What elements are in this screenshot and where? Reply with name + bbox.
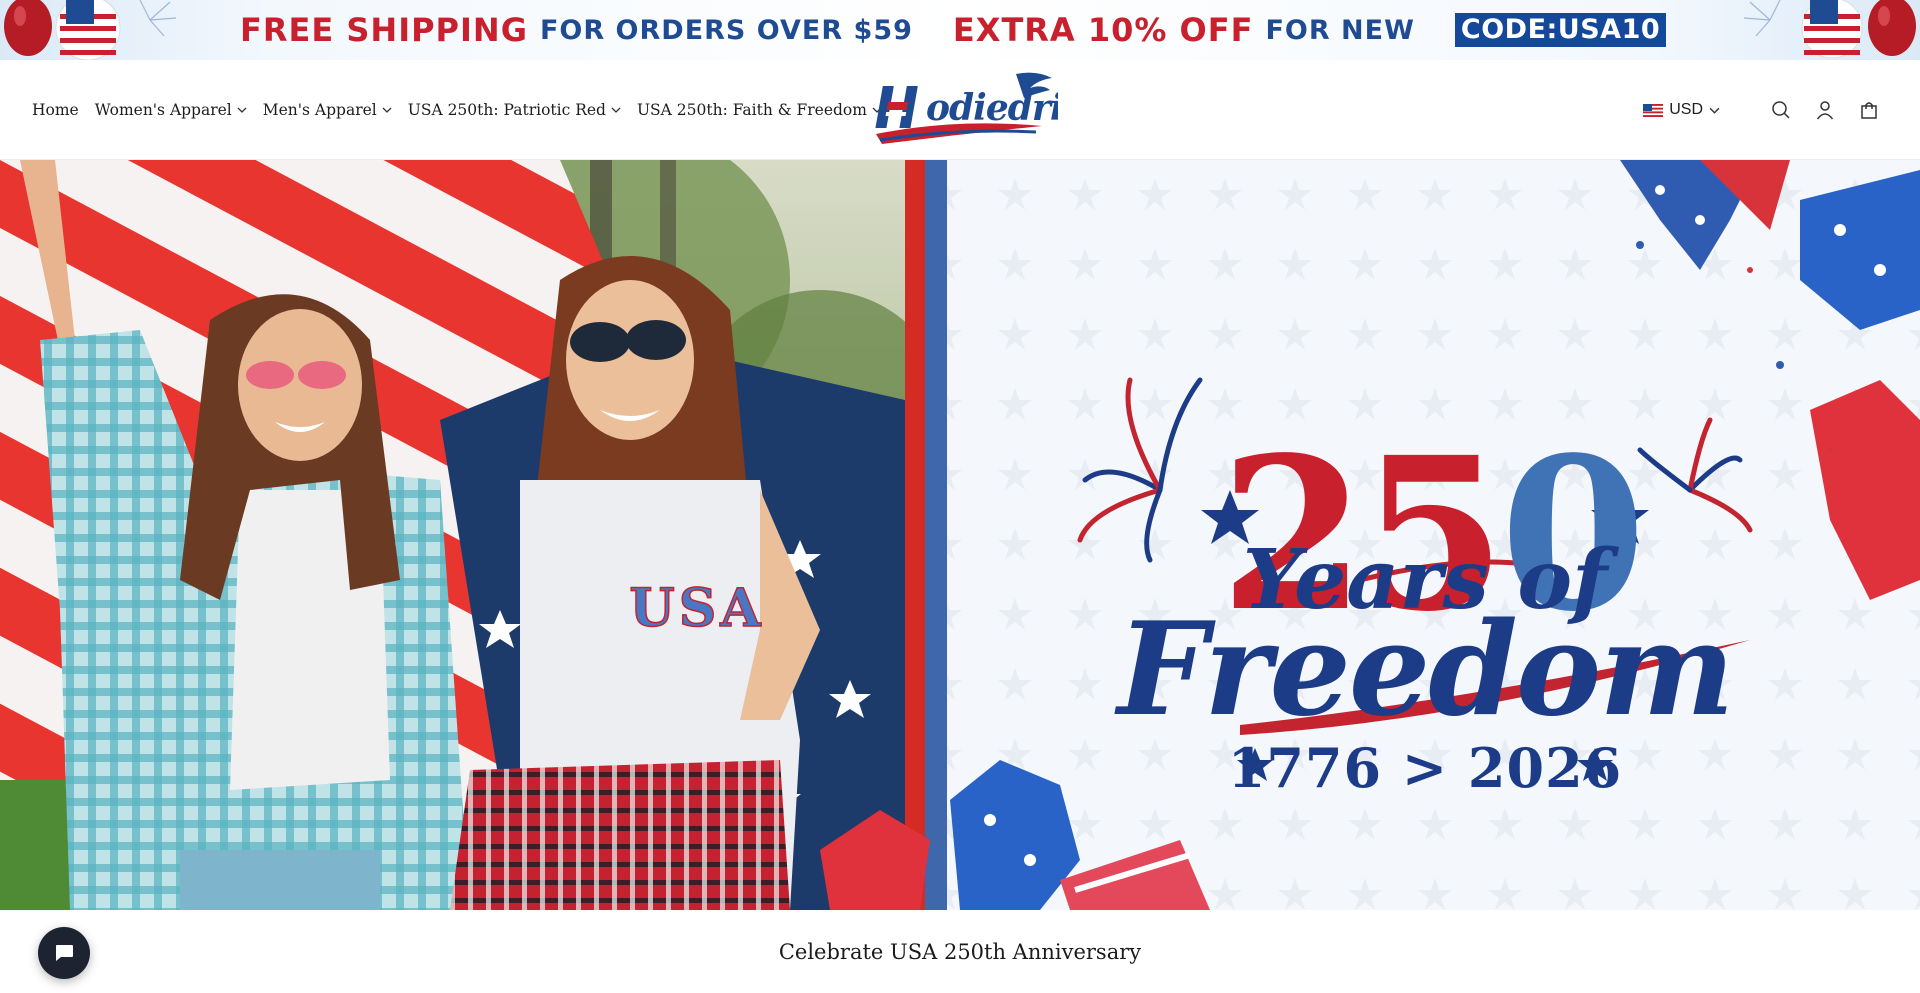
extra-off-text: EXTRA 10% OFF: [952, 11, 1254, 49]
chevron-down-icon: [611, 107, 621, 113]
promo-code-badge: CODE:USA10: [1454, 13, 1667, 47]
hero-title: Years of Freedom 1776 > 2026: [1085, 160, 1765, 910]
hero-banner[interactable]: 250 Years of Freedom 1776 > 2026 USA: [0, 160, 1920, 910]
chat-button[interactable]: [38, 927, 90, 979]
svg-text:odiedrip: odiedrip: [926, 87, 1058, 129]
hero-freedom-text: Freedom: [1117, 595, 1734, 745]
nav-item-patriotic-red[interactable]: USA 250th: Patriotic Red: [408, 101, 621, 119]
nav-item-mens-apparel[interactable]: Men's Apparel: [263, 101, 392, 119]
balloon-flag-decoration-right: [1743, 0, 1916, 59]
section-caption: Celebrate USA 250th Anniversary: [778, 940, 1142, 964]
search-button[interactable]: [1770, 99, 1792, 121]
site-header: Home Women's Apparel Men's Apparel USA 2…: [0, 60, 1920, 160]
account-button[interactable]: [1814, 99, 1836, 121]
announcement-bar: FREE SHIPPING FOR ORDERS OVER $59 EXTRA …: [0, 0, 1920, 60]
free-shipping-text: FREE SHIPPING: [240, 11, 528, 49]
header-utilities: USD: [1643, 60, 1880, 160]
nav-item-label: Home: [32, 101, 79, 119]
announcement-text: FREE SHIPPING FOR ORDERS OVER $59 EXTRA …: [240, 10, 1667, 50]
cart-button[interactable]: [1858, 99, 1880, 121]
nav-item-label: USA 250th: Faith & Freedom: [636, 101, 867, 119]
nav-item-label: USA 250th: Patriotic Red: [407, 101, 606, 119]
account-icon: [1816, 101, 1834, 120]
chevron-down-icon: [382, 107, 392, 113]
nav-item-faith-freedom[interactable]: USA 250th: Faith & Freedom: [637, 101, 882, 119]
nav-item-label: Women's Apparel: [94, 101, 232, 119]
search-icon: [1772, 101, 1790, 119]
site-logo[interactable]: odiedrip: [866, 68, 1058, 152]
currency-selector[interactable]: USD: [1643, 101, 1720, 119]
nav-item-womens-apparel[interactable]: Women's Apparel: [95, 101, 247, 119]
chat-bubble-icon: [56, 945, 73, 961]
for-new-text: FOR NEW: [1265, 14, 1415, 46]
shirt-print-text: USA: [629, 577, 765, 640]
hero-dates-text: 1776 > 2026: [1227, 736, 1623, 800]
nav-item-home[interactable]: Home: [32, 101, 79, 119]
nav-item-label: Men's Apparel: [262, 101, 377, 119]
balloon-flag-decoration-left: [4, 0, 177, 60]
us-flag-icon: [1643, 103, 1664, 117]
cart-icon: [1861, 102, 1877, 119]
main-nav: Home Women's Apparel Men's Apparel USA 2…: [32, 60, 898, 160]
chevron-down-icon: [1709, 107, 1720, 114]
chevron-down-icon: [237, 107, 247, 113]
currency-label: USD: [1669, 101, 1703, 118]
orders-over-text: FOR ORDERS OVER $59: [539, 14, 913, 46]
